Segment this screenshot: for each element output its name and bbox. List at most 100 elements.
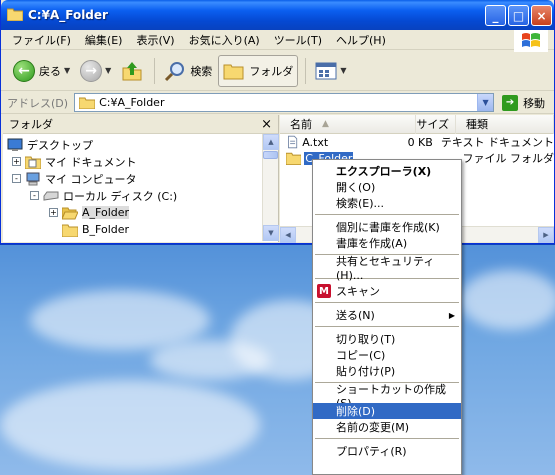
menu-favorites[interactable]: お気に入り(A) (182, 32, 267, 48)
menu-item-delete[interactable]: 削除(D) (313, 403, 461, 419)
chevron-down-icon[interactable]: ▼ (340, 66, 346, 75)
menu-item-explorer[interactable]: エクスプローラ(X) (313, 163, 461, 179)
close-icon[interactable]: × (261, 117, 272, 132)
windows-logo-icon (514, 30, 548, 52)
tree-item-b-folder[interactable]: B_Folder (3, 221, 278, 238)
title-bar[interactable]: C:¥A_Folder _ □ × (1, 0, 554, 30)
tree-item-desktop[interactable]: デスクトップ (3, 136, 278, 153)
address-value: C:¥A_Folder (99, 96, 165, 109)
column-header-type[interactable]: 種類 (456, 114, 554, 134)
desktop-cloud (150, 340, 270, 380)
minimize-button[interactable]: _ (485, 5, 506, 26)
folder-icon (286, 152, 302, 165)
go-label: 移動 (523, 96, 546, 110)
expand-icon[interactable]: + (49, 208, 58, 217)
back-arrow-icon: ← (13, 59, 35, 82)
folder-pane: フォルダ × デスクトップ + マイ ドキュメント - マイ コンピュータ - … (3, 115, 279, 242)
folder-icon (79, 97, 96, 109)
folders-label: フォルダ (249, 64, 294, 78)
window-title: C:¥A_Folder (28, 8, 108, 22)
menu-item-paste[interactable]: 貼り付け(P) (313, 363, 461, 379)
search-label: 検索 (190, 64, 213, 78)
menu-item-create-archive[interactable]: 書庫を作成(A) (313, 235, 461, 251)
collapse-icon[interactable]: - (30, 191, 39, 200)
menu-item-create-shortcut[interactable]: ショートカットの作成(S) (313, 383, 461, 410)
views-button[interactable]: ▼ (311, 55, 350, 87)
menu-separator (315, 302, 459, 303)
go-arrow-icon: ➔ (502, 94, 519, 111)
menu-view[interactable]: 表示(V) (129, 32, 181, 48)
tree-item-my-documents[interactable]: + マイ ドキュメント (3, 153, 278, 170)
forward-button[interactable]: → ▼ (76, 55, 115, 87)
folder-icon (62, 224, 78, 237)
submenu-arrow-icon: ▶ (448, 310, 455, 320)
scroll-left-icon[interactable]: ◀ (280, 226, 296, 243)
menu-item-create-individual-archives[interactable]: 個別に書庫を作成(K) (313, 219, 461, 235)
toolbar: ← 戻る ▼ → ▼ 検索 フォルダ ▼ (1, 51, 554, 91)
scroll-down-icon[interactable]: ▼ (263, 225, 279, 241)
vertical-scrollbar[interactable]: ▲ ▼ (262, 134, 279, 241)
search-icon (165, 61, 185, 81)
column-header-size[interactable]: サイズ (416, 114, 456, 134)
toolbar-separator (154, 57, 156, 84)
chevron-down-icon[interactable]: ▼ (477, 94, 494, 111)
menu-item-search[interactable]: 検索(E)... (313, 195, 461, 211)
column-header-name[interactable]: 名前 ▲ (280, 114, 416, 134)
folders-icon (223, 64, 244, 79)
address-bar: アドレス(D) C:¥A_Folder ▼ ➔ 移動 (1, 92, 554, 114)
menu-item-sharing-security[interactable]: 共有とセキュリティ(H)... (313, 255, 461, 282)
sort-up-icon: ▲ (322, 119, 329, 129)
file-row-a-txt[interactable]: A.txt 0 KB テキスト ドキュメント (280, 134, 554, 150)
desktop-cloud (0, 380, 260, 470)
address-label: アドレス(D) (7, 96, 69, 110)
my-computer-icon (26, 172, 40, 185)
menu-separator (315, 438, 459, 439)
folder-up-icon (122, 61, 142, 80)
disk-drive-icon (43, 191, 59, 201)
up-button[interactable] (117, 55, 147, 87)
collapse-icon[interactable]: - (12, 174, 21, 183)
forward-arrow-icon: → (80, 59, 103, 82)
menu-item-cut[interactable]: 切り取り(T) (313, 331, 461, 347)
menu-item-rename[interactable]: 名前の変更(M) (313, 419, 461, 435)
chevron-down-icon[interactable]: ▼ (105, 66, 111, 75)
desktop-icon (7, 138, 23, 151)
scroll-thumb[interactable] (263, 151, 278, 159)
scroll-up-icon[interactable]: ▲ (263, 134, 279, 150)
back-label: 戻る (39, 64, 61, 78)
menu-item-copy[interactable]: コピー(C) (313, 347, 461, 363)
back-button[interactable]: ← 戻る ▼ (9, 55, 74, 87)
search-button[interactable]: 検索 (160, 55, 216, 87)
views-icon (315, 62, 337, 79)
menu-file[interactable]: ファイル(F) (5, 32, 78, 48)
menu-help[interactable]: ヘルプ(H) (329, 32, 393, 48)
column-headers: 名前 ▲ サイズ 種類 (280, 114, 554, 134)
menu-edit[interactable]: 編集(E) (78, 32, 130, 48)
menu-item-open[interactable]: 開く(O) (313, 179, 461, 195)
tree-item-local-disk[interactable]: - ローカル ディスク (C:) (3, 187, 278, 204)
menu-bar: ファイル(F) 編集(E) 表示(V) お気に入り(A) ツール(T) ヘルプ(… (1, 30, 554, 50)
tree-item-my-computer[interactable]: - マイ コンピュータ (3, 170, 278, 187)
folder-pane-header: フォルダ × (3, 115, 278, 134)
chevron-down-icon[interactable]: ▼ (64, 66, 70, 75)
menu-item-scan[interactable]: M スキャン (313, 283, 461, 299)
menu-item-send-to[interactable]: 送る(N) ▶ (313, 307, 461, 323)
maximize-button[interactable]: □ (508, 5, 529, 26)
menu-item-properties[interactable]: プロパティ(R) (313, 443, 461, 459)
scroll-right-icon[interactable]: ▶ (538, 226, 554, 243)
close-button[interactable]: × (531, 5, 552, 26)
go-button[interactable]: ➔ 移動 (502, 94, 546, 111)
desktop-cloud (460, 270, 555, 330)
address-input[interactable]: C:¥A_Folder ▼ (74, 93, 495, 112)
expand-icon[interactable]: + (12, 157, 21, 166)
folders-button[interactable]: フォルダ (218, 54, 299, 87)
folder-tree: デスクトップ + マイ ドキュメント - マイ コンピュータ - ローカル ディ… (3, 134, 278, 238)
tree-item-a-folder[interactable]: + A_Folder (3, 204, 278, 221)
mcafee-shield-icon: M (317, 284, 331, 298)
folder-icon (7, 8, 23, 21)
context-menu: エクスプローラ(X) 開く(O) 検索(E)... 個別に書庫を作成(K) 書庫… (312, 159, 462, 475)
text-file-icon (288, 135, 298, 149)
menu-separator (315, 214, 459, 215)
menu-tools[interactable]: ツール(T) (267, 32, 329, 48)
folder-open-icon (62, 207, 78, 219)
